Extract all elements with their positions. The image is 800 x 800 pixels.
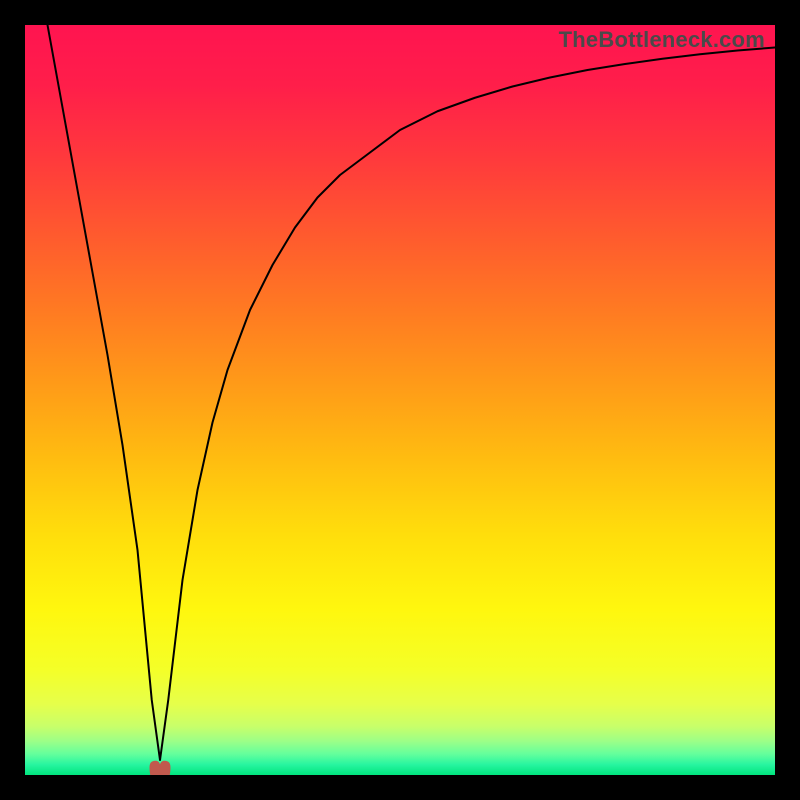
plot-area: TheBottleneck.com [25, 25, 775, 775]
chart-frame: TheBottleneck.com [0, 0, 800, 800]
chart-svg [25, 25, 775, 775]
watermark-label: TheBottleneck.com [559, 27, 765, 53]
gradient-background [25, 25, 775, 775]
